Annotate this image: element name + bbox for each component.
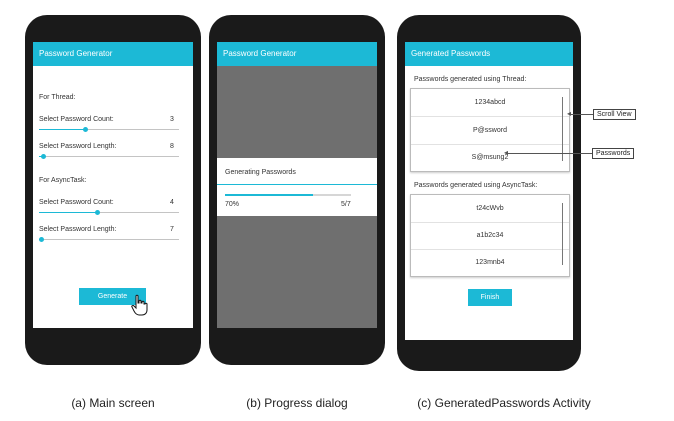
progress-screen: Password Generator Generating Passwords … (217, 42, 377, 328)
thread-passwords-heading: Passwords generated using Thread: (414, 76, 527, 83)
progress-bar-fill (225, 194, 314, 196)
thread-length-value: 8 (170, 143, 174, 150)
thread-count-label: Select Password Count: (39, 116, 114, 123)
caption-main-screen: (a) Main screen (71, 396, 155, 410)
arrow-left-icon: ◂ (504, 148, 509, 157)
generated-screen: Generated Passwords Passwords generated … (405, 42, 573, 340)
caption-progress-dialog: (b) Progress dialog (246, 396, 348, 410)
app-bar-title: Password Generator (33, 42, 193, 66)
progress-bar (225, 194, 351, 196)
async-count-label: Select Password Count: (39, 199, 114, 206)
hand-cursor-icon (129, 294, 151, 316)
slider-track (39, 156, 179, 157)
main-screen: Password Generator For Thread: Select Pa… (33, 42, 193, 328)
slider-thumb[interactable] (95, 210, 100, 215)
caption-generated-passwords: (c) GeneratedPasswords Activity (417, 396, 591, 410)
passwords-callout: Passwords (592, 148, 635, 159)
async-count-value: 4 (170, 199, 174, 206)
scrollbar[interactable] (562, 97, 563, 161)
password-row: P@ssword (473, 127, 507, 134)
slider-fill (39, 212, 97, 213)
async-count-slider[interactable] (39, 210, 179, 216)
thread-count-slider[interactable] (39, 127, 179, 133)
async-scroll-view[interactable]: t24cWvb a1b2c34 123mnb4 (410, 194, 570, 277)
thread-scroll-view[interactable]: 1234abcd P@ssword S@msung2 (410, 88, 570, 172)
async-heading: For AsyncTask: (39, 177, 87, 184)
async-length-slider[interactable] (39, 237, 179, 243)
dialog-title: Generating Passwords (225, 169, 296, 176)
slider-fill (39, 129, 85, 130)
finish-button[interactable]: Finish (468, 289, 512, 306)
async-passwords-heading: Passwords generated using AsyncTask: (414, 182, 538, 189)
slider-thumb[interactable] (83, 127, 88, 132)
arrow-left-icon: ◂ (567, 109, 572, 118)
progress-percent: 70% (225, 201, 240, 208)
app-bar-title: Password Generator (217, 42, 377, 66)
password-row: 123mnb4 (475, 259, 505, 266)
dialog-divider (217, 184, 377, 185)
scroll-view-pointer (571, 114, 593, 115)
thread-count-value: 3 (170, 116, 174, 123)
async-length-label: Select Password Length: (39, 226, 117, 233)
password-row: 1234abcd (474, 99, 506, 106)
passwords-pointer (508, 153, 592, 154)
scroll-view-callout: Scroll View (593, 109, 636, 120)
phone-progress-dialog: Password Generator Generating Passwords … (209, 15, 385, 365)
async-length-value: 7 (170, 226, 174, 233)
thread-length-label: Select Password Length: (39, 143, 117, 150)
password-row: t24cWvb (476, 205, 504, 212)
thread-length-slider[interactable] (39, 154, 179, 160)
progress-dialog: Generating Passwords 70% 5/7 (217, 158, 377, 216)
app-bar-title: Generated Passwords (405, 42, 573, 66)
phone-generated-passwords: Generated Passwords Passwords generated … (397, 15, 581, 371)
scrollbar[interactable] (562, 203, 563, 265)
phone-main-screen: Password Generator For Thread: Select Pa… (25, 15, 201, 365)
progress-count: 5/7 (341, 201, 351, 208)
password-row: S@msung2 (471, 154, 509, 161)
slider-thumb[interactable] (39, 237, 44, 242)
thread-heading: For Thread: (39, 94, 76, 101)
password-row: a1b2c34 (476, 232, 504, 239)
slider-thumb[interactable] (41, 154, 46, 159)
slider-track (39, 239, 179, 240)
